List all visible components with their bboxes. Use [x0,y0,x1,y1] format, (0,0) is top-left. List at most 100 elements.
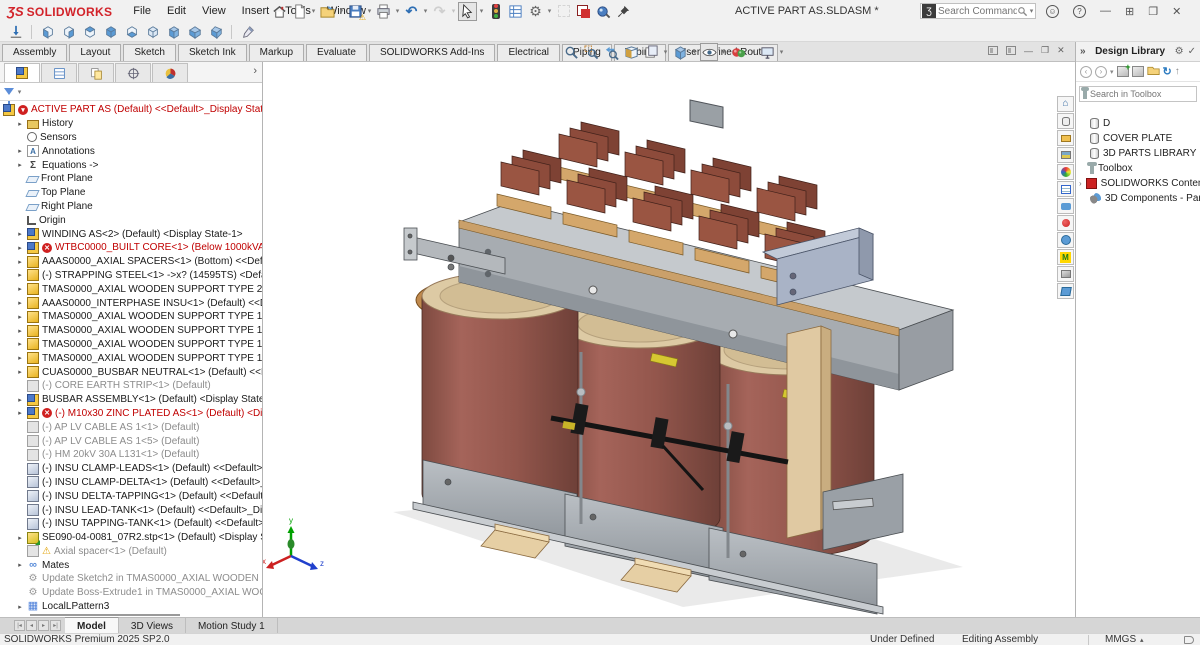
reorient-icon[interactable] [6,22,25,41]
tree-item[interactable]: ▸✕WTBC0000_BUILT CORE<1> (Below 1000kVA)… [0,241,262,255]
taskpane-pin-icon[interactable]: ✓ [1188,46,1196,57]
bill-of-materials-icon[interactable] [506,2,525,21]
library-item[interactable]: Toolbox [1076,161,1200,176]
dimxpertmanager-tab[interactable] [115,63,151,82]
tree-item[interactable]: ▸TMAS0000_AXIAL WOODEN SUPPORT TYPE 1<4>… [0,338,262,352]
select-caret-icon[interactable]: ▾ [478,7,485,15]
custom-properties-tag-icon[interactable] [1184,636,1194,644]
library-history-caret-icon[interactable]: ▾ [1110,68,1114,76]
annotations-visibility-icon[interactable] [642,43,660,61]
tree-item[interactable]: ▸▦LocalLPattern3 [0,600,262,614]
view-back-icon[interactable] [59,22,78,41]
tree-item[interactable]: ▸TMAS0000_AXIAL WOODEN SUPPORT TYPE 1<6>… [0,351,262,365]
print-caret-icon[interactable]: ▾ [394,7,401,15]
add-file-location-icon[interactable] [1132,66,1144,77]
tree-expander-icon[interactable]: ▸ [16,258,24,266]
search-icon[interactable] [1017,6,1028,17]
add-to-library-icon[interactable] [1117,66,1129,77]
toolbox-search-input[interactable] [1090,89,1193,99]
save-icon[interactable]: ⚠ [346,2,365,21]
undo-icon[interactable]: ↶ [402,2,421,21]
command-search-input[interactable] [938,6,1017,17]
display-style-icon[interactable] [700,43,718,61]
file-explorer-tab[interactable] [1057,130,1074,146]
undo-caret-icon[interactable]: ▾ [422,7,429,15]
tree-item[interactable]: ⚠Axial spacer<1> (Default) [0,545,262,559]
tree-expander-icon[interactable]: ▸ [16,368,24,376]
library-forward-icon[interactable]: › [1095,66,1107,78]
library-refresh-icon[interactable]: ↻ [1163,65,1172,78]
tree-expander-icon[interactable]: ▸ [16,340,24,348]
tree-item[interactable]: ⚙Update Sketch2 in TMAS0000_AXIAL WOODEN… [0,572,262,586]
menu-item-file[interactable]: File [126,2,158,20]
library-item[interactable]: COVER PLATE [1076,131,1200,146]
tree-expander-icon[interactable]: ▸ [16,244,24,252]
view-bottom-icon[interactable] [143,22,162,41]
taskpane-expand-icon[interactable]: » [1080,46,1086,57]
doc-minimize-icon[interactable]: — [1024,46,1033,56]
command-search[interactable]: Ʒ ▾ [920,3,1036,19]
tree-expander-icon[interactable]: ▸ [16,354,24,362]
library-item[interactable]: D [1076,116,1200,131]
apply-appearance-icon[interactable] [238,22,257,41]
menu-item-view[interactable]: View [195,2,233,20]
command-tab-sketch[interactable]: Sketch [123,44,176,61]
filter-icon[interactable] [4,88,14,95]
propertymanager-tab[interactable] [41,63,77,82]
tree-item[interactable]: (-) INSU TAPPING-TANK<1> (Default) <<Def… [0,517,262,531]
options-caret-icon[interactable]: ▾ [546,7,553,15]
select-cursor-icon[interactable] [458,2,477,21]
tree-item[interactable]: (-) INSU CLAMP-LEADS<1> (Default) <<Defa… [0,462,262,476]
user-account-icon[interactable]: ☺ [1046,5,1059,18]
edit-appearance-icon[interactable] [729,43,747,61]
solidworks-resources-tab[interactable]: ⌂ [1057,96,1074,112]
taskpane-options-gear-icon[interactable]: ⚙ [1175,46,1184,57]
appearance-caret-icon[interactable]: ▾ [749,48,756,56]
options-gear-icon[interactable]: ⚙ [526,2,545,21]
tree-expander-icon[interactable]: ▸ [16,561,24,569]
library-item[interactable]: ›SOLIDWORKS Content [1076,176,1200,191]
tree-item[interactable]: ▸TMAS0000_AXIAL WOODEN SUPPORT TYPE 2<1>… [0,282,262,296]
tree-expander-icon[interactable]: ▸ [16,147,24,155]
previous-view-icon[interactable] [602,43,620,61]
units-label[interactable]: MMGS [1105,634,1136,645]
view-trimetric-icon[interactable] [206,22,225,41]
pane-left-icon[interactable] [988,46,998,55]
display-style-caret-icon[interactable]: ▾ [720,48,727,56]
command-tab-evaluate[interactable]: Evaluate [306,44,367,61]
tree-expander-icon[interactable]: ▸ [16,230,24,238]
manufacturing-network-tab[interactable] [1057,266,1074,282]
command-tab-solidworks-add-ins[interactable]: SOLIDWORKS Add-Ins [369,44,495,61]
tree-item[interactable]: ▸ΣEquations -> [0,158,262,172]
tree-item[interactable]: Top Plane [0,186,262,200]
tree-expander-icon[interactable]: ▸ [16,327,24,335]
tree-item[interactable]: (-) INSU CLAMP-DELTA<1> (Default) <<Defa… [0,476,262,490]
tree-item[interactable]: (-) HM 20kV 30A L131<1> (Default) [0,448,262,462]
graphics-viewport[interactable]: x y z [263,62,1057,618]
help-icon[interactable]: ? [1073,5,1086,18]
tree-expander-icon[interactable]: ▸ [16,271,24,279]
library-back-icon[interactable]: ‹ [1080,66,1092,78]
close-icon[interactable]: ✕ [1172,5,1181,18]
tree-expander-icon[interactable]: ▸ [16,299,24,307]
tree-expander-icon[interactable]: ▸ [16,409,24,417]
tree-item[interactable]: (-) CORE EARTH STRIP<1> (Default) [0,379,262,393]
tree-expander-icon[interactable]: ▸ [16,285,24,293]
featuremanager-tree-tab[interactable] [4,63,40,82]
flyout-expand-icon[interactable]: › [253,65,257,77]
command-tab-markup[interactable]: Markup [249,44,304,61]
view-settings-icon[interactable] [758,43,776,61]
tree-item[interactable]: (-) INSU LEAD-TANK<1> (Default) <<Defaul… [0,503,262,517]
tree-expander-icon[interactable]: ▸ [16,313,24,321]
tab-first-icon[interactable]: |◂ [14,620,25,631]
new-document-icon[interactable] [290,2,309,21]
tree-item[interactable]: Sensors [0,131,262,145]
selection-filter-icon[interactable] [486,2,505,21]
menu-item-edit[interactable]: Edit [160,2,193,20]
annotations-caret-icon[interactable]: ▾ [662,48,669,56]
zoom-fit-icon[interactable] [562,43,580,61]
bottom-tab-3d-views[interactable]: 3D Views [119,618,186,633]
bottom-tab-model[interactable]: Model [65,617,119,633]
view-palette-tab[interactable] [1057,147,1074,163]
tree-item[interactable]: ▸WINDING AS<2> (Default) <Display State-… [0,227,262,241]
